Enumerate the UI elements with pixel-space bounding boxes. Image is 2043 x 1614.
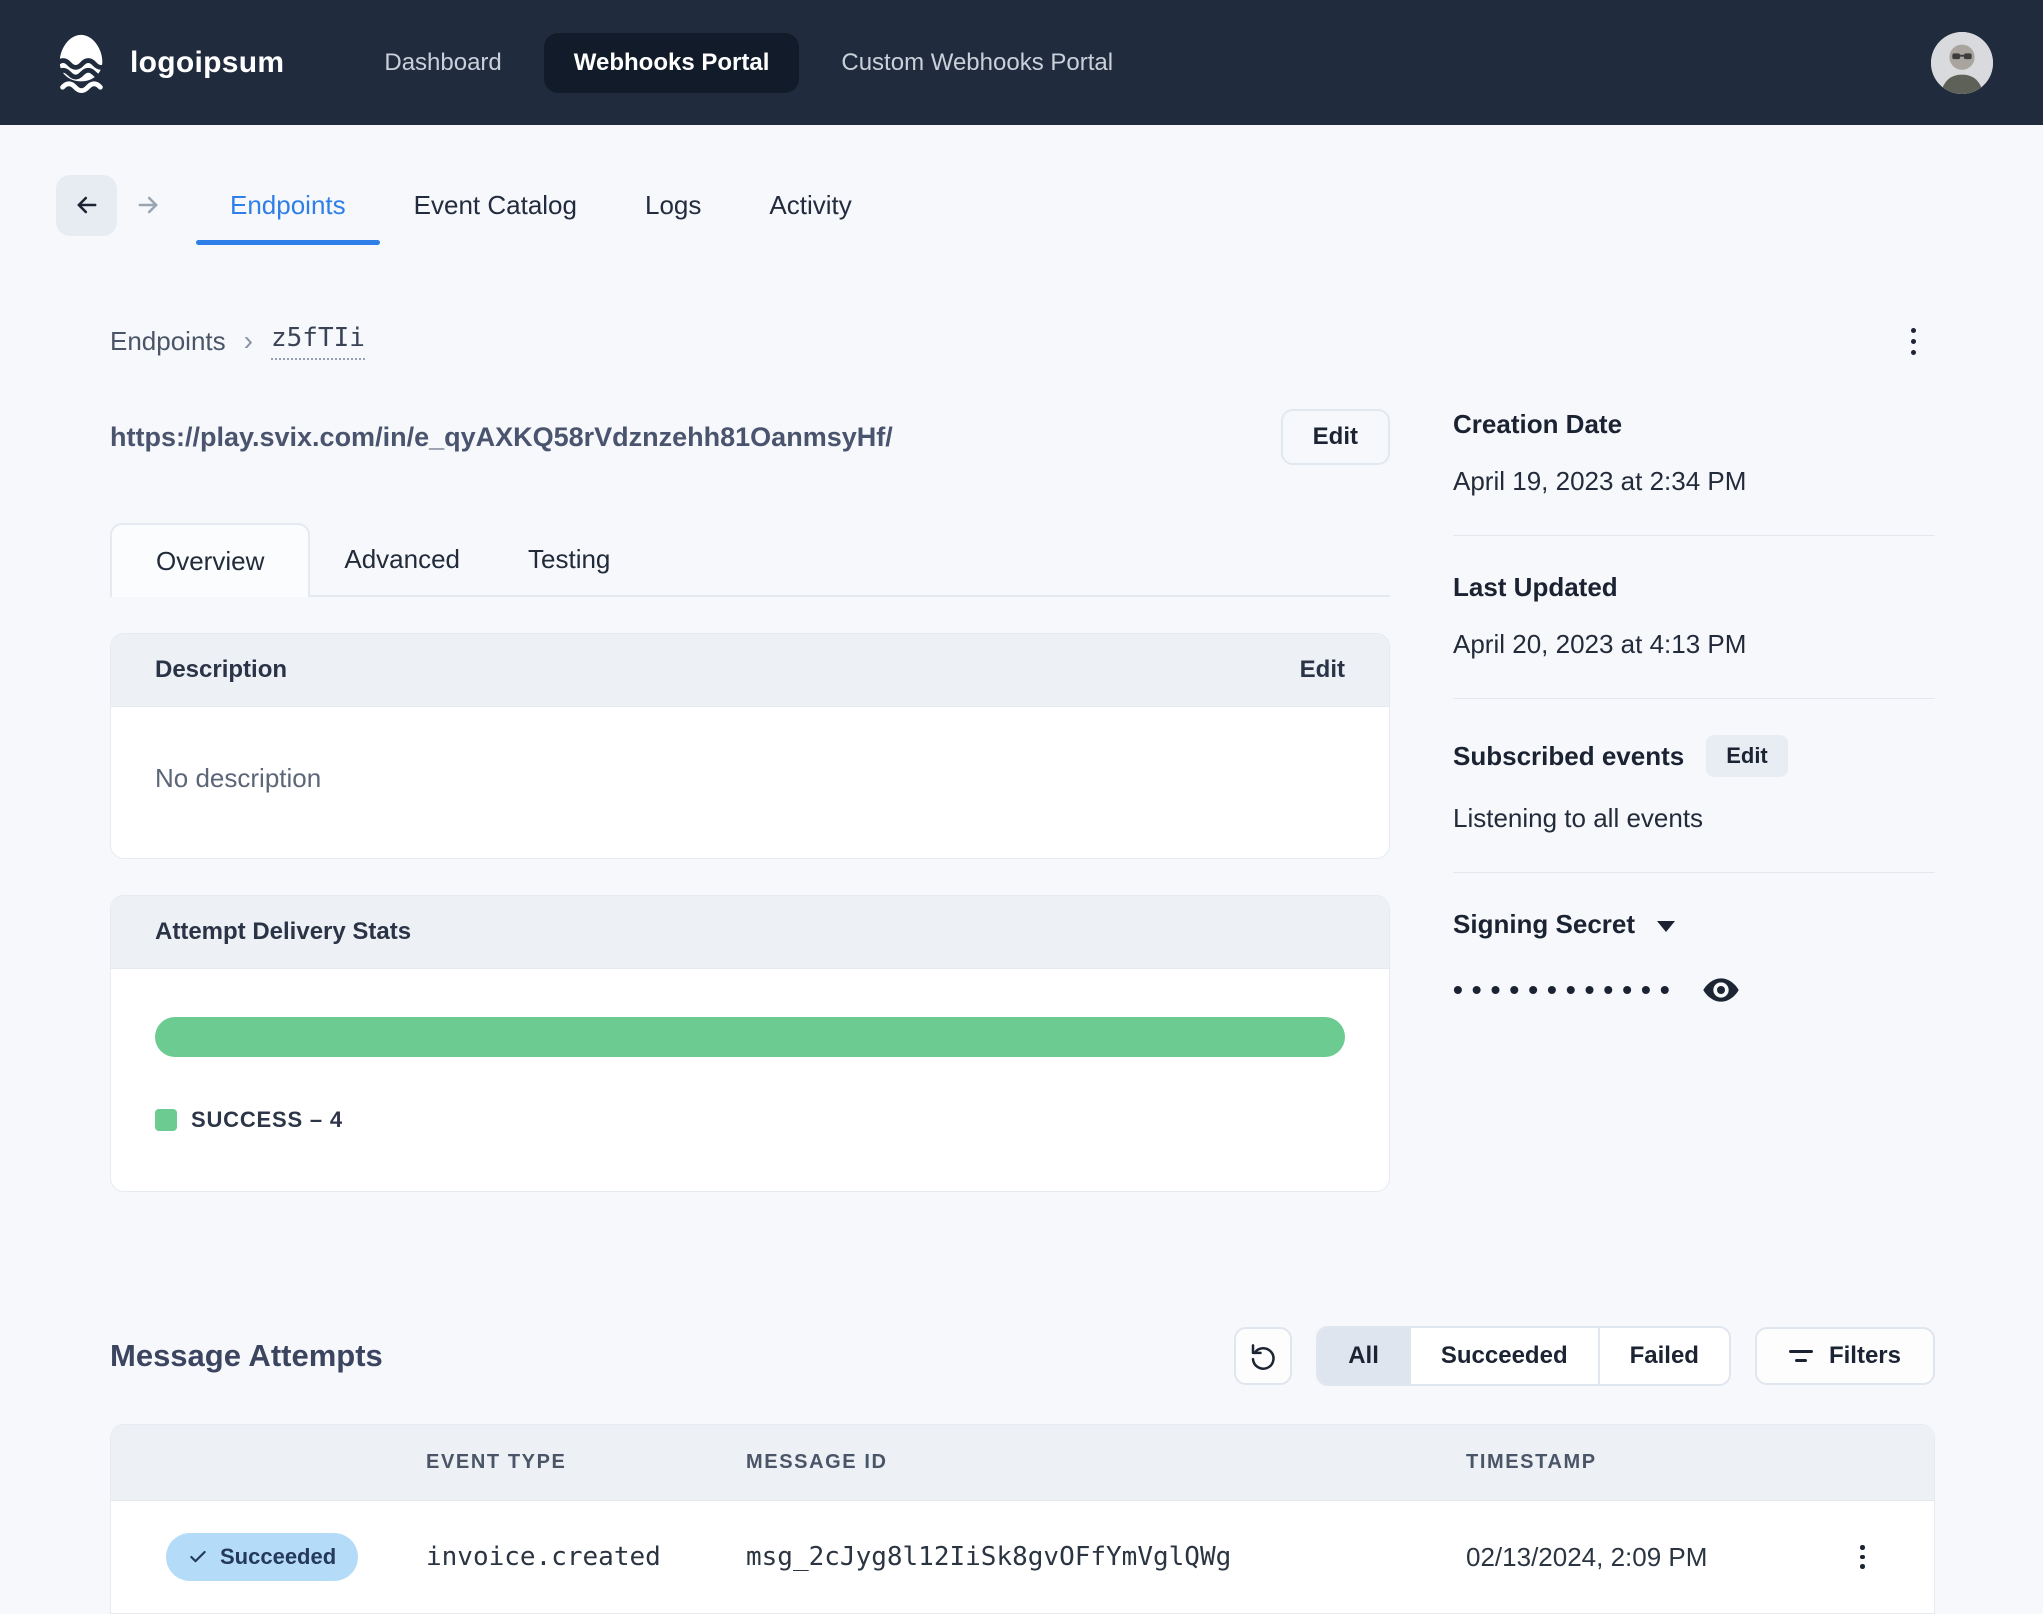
filters-button[interactable]: Filters (1754, 1327, 1935, 1385)
edit-description-button[interactable]: Edit (1300, 656, 1345, 684)
subscribed-events-block: Subscribed events Edit Listening to all … (1453, 735, 1935, 873)
tab-overview[interactable]: Overview (110, 523, 311, 597)
row-kebab-menu-icon[interactable] (1850, 1535, 1875, 1579)
creation-date-value: April 19, 2023 at 2:34 PM (1453, 466, 1747, 496)
timestamp-column-header: TIMESTAMP (1466, 1451, 1597, 1473)
last-updated-block: Last Updated April 20, 2023 at 4:13 PM (1453, 572, 1935, 699)
attempts-controls: All Succeeded Failed Filters (1234, 1326, 1935, 1386)
portal-tabbar: Endpoints Event Catalog Logs Activity (56, 165, 2043, 245)
breadcrumb-endpoint-id[interactable]: z5fTIi (270, 323, 365, 360)
nav-item-custom-webhooks-portal[interactable]: Custom Webhooks Portal (811, 33, 1143, 93)
arrow-left-icon (73, 191, 101, 219)
breadcrumb: Endpoints › z5fTIi (110, 323, 365, 360)
portal-tabs: Endpoints Event Catalog Logs Activity (196, 165, 886, 245)
refresh-icon (1248, 1341, 1278, 1371)
creation-date-label: Creation Date (1453, 409, 1623, 439)
endpoint-meta-sidebar: Creation Date April 19, 2023 at 2:34 PM … (1453, 409, 1935, 1192)
tab-testing[interactable]: Testing (494, 523, 644, 595)
history-forward-button[interactable] (117, 175, 178, 236)
table-row[interactable]: Succeeded invoice.created msg_2cJyg8l12I… (111, 1501, 1934, 1613)
stats-title: Attempt Delivery Stats (155, 918, 412, 945)
tab-activity[interactable]: Activity (735, 165, 885, 245)
message-attempts-header: Message Attempts All Succeeded Failed Fi… (110, 1326, 1935, 1386)
history-back-button[interactable] (56, 174, 117, 236)
filter-icon (1788, 1350, 1813, 1362)
edit-url-button[interactable]: Edit (1280, 409, 1390, 465)
message-id-column-header: MESSAGE ID (746, 1451, 888, 1473)
filter-failed-button[interactable]: Failed (1597, 1328, 1729, 1384)
chevron-right-icon: › (243, 325, 253, 356)
status-badge-label: Succeeded (220, 1544, 337, 1569)
status-badge: Succeeded (166, 1533, 359, 1581)
success-legend-label: SUCCESS – 4 (191, 1107, 343, 1132)
stats-legend: SUCCESS – 4 (155, 1107, 1345, 1133)
brand-logo-link[interactable]: logoipsum (50, 32, 284, 94)
endpoint-kebab-menu-icon[interactable] (1891, 317, 1935, 365)
subscribed-events-label: Subscribed events (1453, 740, 1685, 771)
nav-item-dashboard[interactable]: Dashboard (354, 33, 531, 93)
signing-secret-label: Signing Secret (1453, 909, 1636, 939)
masked-signing-secret: •••••••••••• (1453, 974, 1679, 1005)
filters-button-label: Filters (1828, 1342, 1901, 1369)
tab-advanced[interactable]: Advanced (310, 523, 494, 595)
tab-endpoints[interactable]: Endpoints (196, 165, 380, 245)
description-card: Description Edit No description (110, 633, 1390, 859)
check-icon (188, 1547, 208, 1567)
description-empty-text: No description (155, 763, 322, 793)
message-attempts-table: EVENT TYPE MESSAGE ID TIMESTAMP Succeede… (110, 1424, 1935, 1614)
chevron-down-icon (1657, 921, 1676, 932)
event-type-column-header: EVENT TYPE (426, 1451, 567, 1473)
success-stat-bar (155, 1017, 1345, 1057)
description-card-header: Description Edit (111, 634, 1389, 707)
subscribed-events-value: Listening to all events (1453, 803, 1704, 833)
refresh-button[interactable] (1234, 1327, 1293, 1385)
signing-secret-block: Signing Secret •••••••••••• (1453, 909, 1935, 1048)
stats-card-body: SUCCESS – 4 (111, 969, 1389, 1191)
nav-item-webhooks-portal[interactable]: Webhooks Portal (543, 32, 800, 93)
endpoint-main-column: https://play.svix.com/in/e_qyAXKQ58rVdzn… (110, 409, 1390, 1192)
logoipsum-icon (50, 32, 112, 94)
user-avatar[interactable] (1931, 31, 1993, 94)
tab-event-catalog[interactable]: Event Catalog (380, 165, 611, 245)
filter-succeeded-button[interactable]: Succeeded (1408, 1328, 1598, 1384)
top-navbar: logoipsum Dashboard Webhooks Portal Cust… (0, 0, 2043, 125)
brand-name: logoipsum (130, 45, 285, 79)
description-title: Description (155, 656, 288, 683)
timestamp-cell: 02/13/2024, 2:09 PM (1466, 1541, 1708, 1572)
filter-all-button[interactable]: All (1318, 1328, 1409, 1384)
arrow-right-icon (134, 191, 162, 219)
message-id-cell: msg_2cJyg8l12IiSk8gvOFfYmVglQWg (746, 1542, 1232, 1572)
last-updated-value: April 20, 2023 at 4:13 PM (1453, 629, 1747, 659)
signing-secret-toggle[interactable]: Signing Secret (1453, 909, 1935, 940)
page-content: Endpoints › z5fTIi https://play.svix.com… (0, 317, 2043, 1614)
creation-date-block: Creation Date April 19, 2023 at 2:34 PM (1453, 409, 1935, 536)
attempts-filter-segmented: All Succeeded Failed (1316, 1326, 1731, 1386)
last-updated-label: Last Updated (1453, 572, 1618, 602)
tab-logs[interactable]: Logs (611, 165, 735, 245)
endpoint-url: https://play.svix.com/in/e_qyAXKQ58rVdzn… (110, 421, 893, 452)
breadcrumb-endpoints-link[interactable]: Endpoints (110, 326, 226, 357)
breadcrumb-row: Endpoints › z5fTIi (110, 317, 1935, 365)
event-type-cell: invoice.created (426, 1542, 661, 1572)
table-header-row: EVENT TYPE MESSAGE ID TIMESTAMP (111, 1425, 1934, 1501)
reveal-secret-eye-icon[interactable] (1701, 970, 1741, 1010)
stats-card-header: Attempt Delivery Stats (111, 896, 1389, 969)
endpoint-detail-tabs: Overview Advanced Testing (110, 523, 1390, 597)
message-attempts-title: Message Attempts (110, 1338, 383, 1373)
navbar-links: Dashboard Webhooks Portal Custom Webhook… (354, 32, 1143, 93)
success-legend-swatch (155, 1109, 177, 1131)
endpoint-url-row: https://play.svix.com/in/e_qyAXKQ58rVdzn… (110, 409, 1390, 465)
edit-subscribed-events-button[interactable]: Edit (1706, 735, 1788, 777)
attempt-delivery-stats-card: Attempt Delivery Stats SUCCESS – 4 (110, 895, 1390, 1192)
